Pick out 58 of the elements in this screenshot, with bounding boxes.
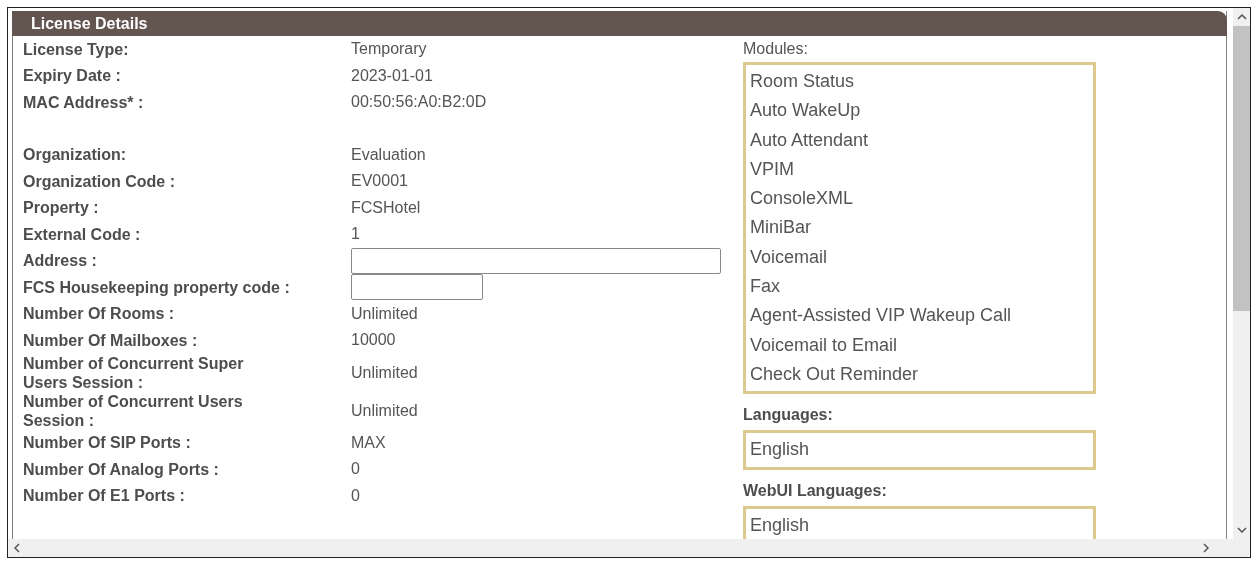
field-value: 2023-01-01 bbox=[351, 66, 433, 85]
vertical-scrollbar[interactable] bbox=[1233, 8, 1250, 539]
field-label: Number Of SIP Ports : bbox=[23, 433, 192, 453]
panel-title: License Details bbox=[31, 14, 148, 33]
webui-languages-label: WebUI Languages: bbox=[743, 481, 888, 500]
field-label: Number of Concurrent Users Session : bbox=[23, 391, 244, 430]
field-label: Number Of E1 Ports : bbox=[23, 486, 186, 506]
field-label: Expiry Date : bbox=[23, 66, 122, 86]
list-item[interactable]: Fax bbox=[750, 272, 1089, 302]
list-item[interactable]: Check Out Reminder bbox=[750, 359, 1089, 390]
list-item[interactable]: Auto Attendant bbox=[750, 125, 1089, 155]
field-label: Organization: bbox=[23, 145, 128, 165]
field-value: Unlimited bbox=[351, 363, 418, 382]
field-label: Property : bbox=[23, 198, 100, 218]
scroll-left-icon[interactable] bbox=[14, 543, 20, 553]
field-label: External Code : bbox=[23, 224, 142, 244]
languages-list[interactable]: English bbox=[743, 430, 1096, 470]
list-item[interactable]: Agent-Assisted VIP Wakeup Call bbox=[750, 301, 1089, 331]
field-label: Number Of Mailboxes : bbox=[23, 330, 199, 350]
modules-label: Modules: bbox=[743, 40, 809, 58]
field-label: MAC Address* : bbox=[23, 92, 145, 112]
list-item[interactable]: VPIM bbox=[750, 154, 1089, 185]
list-item[interactable]: English bbox=[750, 435, 1089, 465]
field-value: Evaluation bbox=[351, 145, 426, 164]
field-label: Number Of Analog Ports : bbox=[23, 459, 220, 479]
horizontal-scrollbar[interactable] bbox=[8, 539, 1233, 557]
languages-label: Languages: bbox=[743, 406, 834, 425]
list-item[interactable]: ConsoleXML bbox=[750, 184, 1089, 214]
field-value: Unlimited bbox=[351, 304, 418, 323]
field-label: License Type: bbox=[23, 39, 130, 59]
scroll-down-icon[interactable] bbox=[1236, 527, 1247, 533]
field-label: Number of Concurrent Super Users Session : bbox=[23, 353, 245, 392]
scrollbar-thumb[interactable] bbox=[1233, 26, 1250, 311]
field-value: EV0001 bbox=[351, 172, 408, 191]
list-item[interactable]: Voicemail bbox=[750, 242, 1089, 273]
field-value: Temporary bbox=[351, 40, 427, 59]
field-label: FCS Housekeeping property code : bbox=[23, 277, 291, 297]
field-value: MAX bbox=[351, 433, 386, 452]
input-field[interactable] bbox=[351, 274, 483, 301]
field-label: Number Of Rooms : bbox=[23, 304, 176, 324]
field-value: FCSHotel bbox=[351, 198, 421, 217]
input-field[interactable] bbox=[351, 247, 721, 274]
list-item[interactable]: Auto WakeUp bbox=[750, 96, 1089, 126]
field-value: 10000 bbox=[351, 331, 396, 350]
field-value: Unlimited bbox=[351, 401, 418, 420]
scroll-up-icon[interactable] bbox=[1236, 14, 1247, 20]
field-label: Address : bbox=[23, 251, 98, 271]
field-value: 1 bbox=[351, 225, 360, 244]
list-item[interactable]: MiniBar bbox=[750, 213, 1089, 243]
field-value: 0 bbox=[351, 486, 360, 505]
list-item[interactable]: Room Status bbox=[750, 67, 1089, 97]
list-item[interactable]: English bbox=[750, 510, 1089, 539]
field-value: 00:50:56:A0:B2:0D bbox=[351, 93, 487, 112]
scroll-right-icon[interactable] bbox=[1203, 543, 1209, 553]
field-label: Organization Code : bbox=[23, 171, 176, 191]
field-value: 0 bbox=[351, 460, 360, 479]
list-item[interactable]: Voicemail to Email bbox=[750, 330, 1089, 360]
modules-list[interactable]: Room Status Auto WakeUp Auto Attendant VPIM ConsoleXML MiniBar Voicemail Fax Agent-Assisted VIP Wakeup Call Voicemail to Email Check Out Reminder bbox=[743, 62, 1096, 395]
